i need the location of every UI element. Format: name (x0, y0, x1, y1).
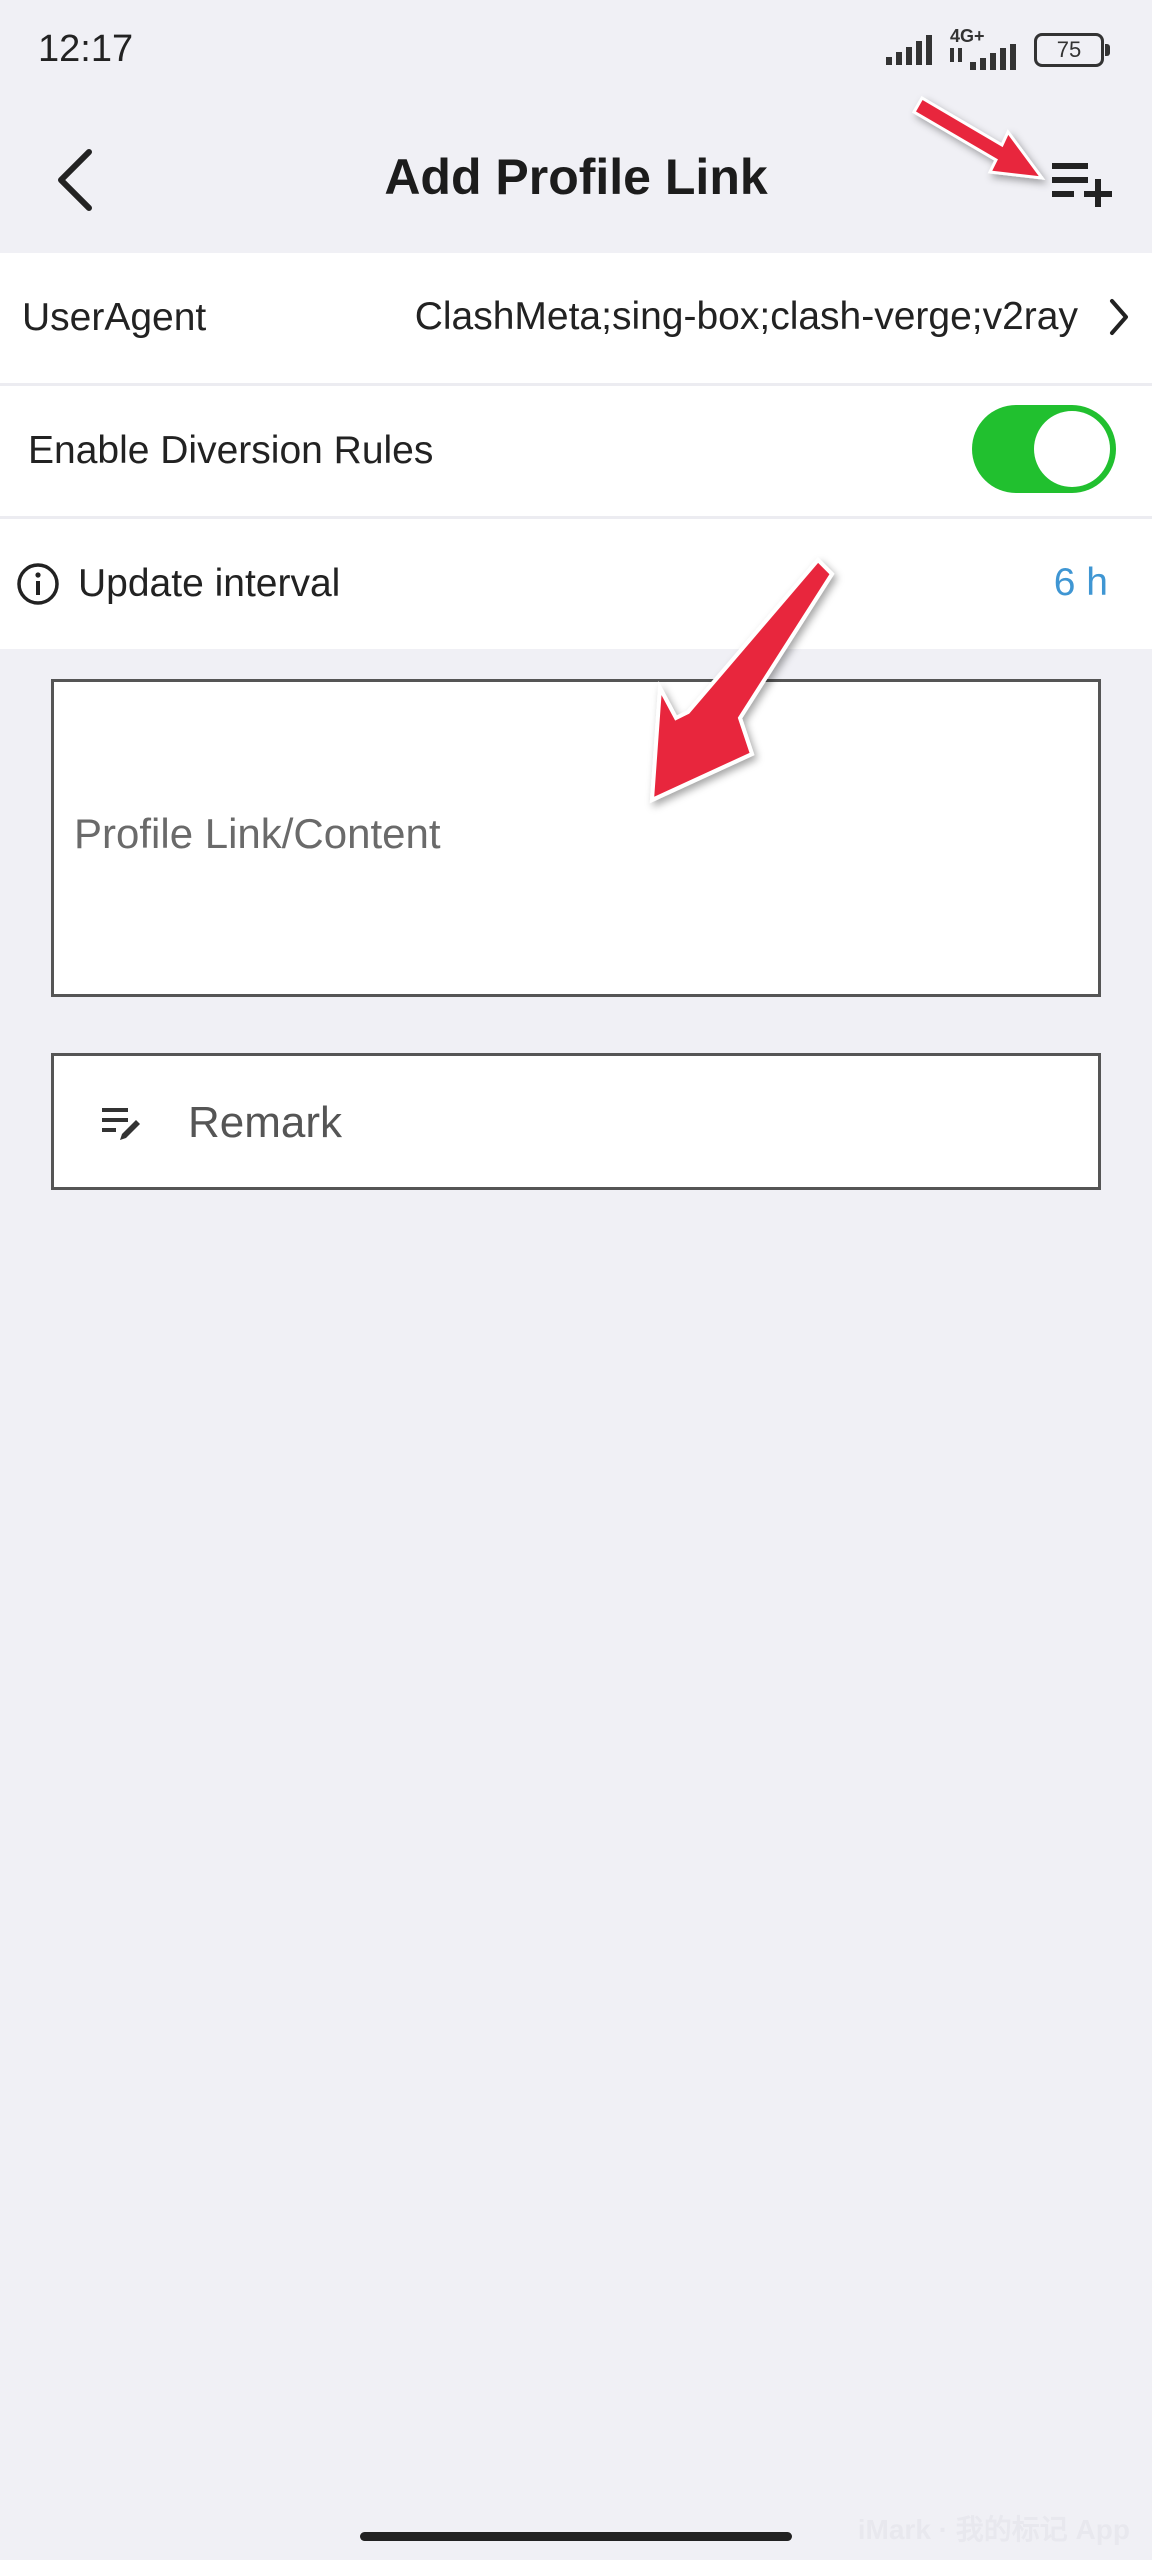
diversion-rules-label: Enable Diversion Rules (28, 429, 434, 472)
user-agent-row[interactable]: UserAgent ClashMeta;sing-box;clash-verge… (0, 253, 1152, 383)
diversion-rules-row: Enable Diversion Rules (0, 386, 1152, 516)
battery-icon: 75 (1034, 33, 1110, 67)
watermark: iMark · 我的标记 App (857, 2514, 1130, 2545)
signal-icon (886, 35, 932, 65)
page-title: Add Profile Link (384, 149, 768, 205)
diversion-rules-toggle[interactable] (972, 405, 1116, 493)
user-agent-label: UserAgent (22, 296, 207, 339)
remark-field[interactable]: Remark (51, 1053, 1101, 1190)
edit-note-icon (102, 1108, 140, 1140)
signal-4g-icon (950, 44, 1016, 70)
chevron-right-icon (1110, 299, 1128, 335)
profile-content-placeholder: Profile Link/Content (74, 810, 441, 857)
update-interval-label: Update interval (78, 562, 341, 605)
playlist-add-icon (1052, 163, 1112, 207)
update-interval-row[interactable]: Update interval 6 h (0, 519, 1152, 649)
add-profile-button[interactable] (1042, 148, 1122, 218)
home-indicator[interactable] (360, 2532, 792, 2541)
user-agent-value: ClashMeta;sing-box;clash-verge;v2ray (414, 295, 1078, 338)
network-indicator: 4G+ (950, 26, 1020, 70)
toggle-knob (1034, 411, 1110, 487)
update-interval-value[interactable]: 6 h (1054, 561, 1108, 605)
battery-level: 75 (1056, 37, 1082, 62)
info-icon (17, 563, 59, 605)
profile-content-field[interactable]: Profile Link/Content (51, 679, 1101, 997)
status-time: 12:17 (38, 28, 134, 70)
status-icons: 4G+ 75 (886, 26, 1110, 70)
remark-placeholder: Remark (188, 1098, 343, 1147)
